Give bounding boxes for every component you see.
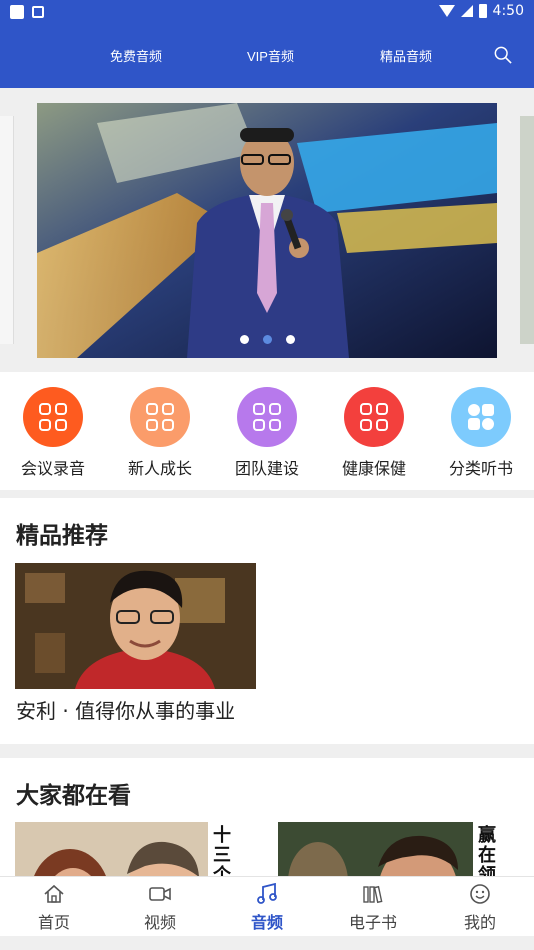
banner-carousel[interactable] <box>0 88 534 372</box>
nav-label: 我的 <box>463 913 496 932</box>
banner-image[interactable] <box>37 103 497 358</box>
popular-item[interactable]: 赢在领 <box>278 822 534 876</box>
section-title-popular: 大家都在看 <box>16 783 131 809</box>
notification-icon <box>10 5 24 19</box>
nav-home[interactable]: 首页 <box>14 883 94 933</box>
nav-video[interactable]: 视频 <box>120 883 200 933</box>
category-audiobooks[interactable]: 分类听书 <box>436 387 526 479</box>
section-title-featured: 精品推荐 <box>16 523 108 549</box>
grid-icon <box>23 387 83 447</box>
nav-me[interactable]: 我的 <box>440 883 520 933</box>
featured-item-title[interactable]: 安利 · 值得你从事的事业 <box>16 695 235 724</box>
books-icon <box>333 883 413 905</box>
category-label: 健康保健 <box>341 459 406 478</box>
popular-item[interactable]: 十三个 <box>15 822 273 876</box>
prev-banner-card[interactable] <box>0 116 14 344</box>
wifi-icon <box>438 5 455 17</box>
nav-label: 首页 <box>37 913 70 932</box>
nav-label: 音频 <box>250 913 283 932</box>
status-bar: 4:50 <box>0 0 534 24</box>
category-team-building[interactable]: 团队建设 <box>222 387 312 479</box>
tab-premium-audio[interactable]: 精品音频 <box>380 46 432 65</box>
nav-label: 电子书 <box>348 913 397 932</box>
popular-item-side-text: 赢在领 <box>478 825 496 877</box>
video-icon <box>120 883 200 905</box>
carousel-dot[interactable] <box>285 335 295 344</box>
system-bar <box>0 936 534 950</box>
music-icon <box>227 883 307 905</box>
status-time: 4:50 <box>492 3 524 19</box>
category-meeting-recording[interactable]: 会议录音 <box>8 387 98 479</box>
top-nav: 免费音频 VIP音频 精品音频 <box>0 24 534 88</box>
category-health-care[interactable]: 健康保健 <box>329 387 419 479</box>
carousel-dot-active[interactable] <box>262 335 272 344</box>
category-label: 分类听书 <box>448 459 513 478</box>
carousel-dots <box>37 335 497 344</box>
signal-icon <box>460 5 473 17</box>
nav-label: 视频 <box>143 913 176 932</box>
nav-ebooks[interactable]: 电子书 <box>333 883 413 933</box>
category-label: 团队建设 <box>234 459 299 478</box>
tab-free-audio[interactable]: 免费音频 <box>110 46 162 65</box>
home-icon <box>14 883 94 905</box>
popular-item-side-text: 十三个 <box>213 825 231 877</box>
category-row: 会议录音 新人成长 团队建设 健康保健 分类听书 <box>0 372 534 490</box>
featured-section: 精品推荐 安利 · 值得你从事的事业 <box>0 498 534 744</box>
next-banner-card[interactable] <box>520 116 534 344</box>
nav-audio[interactable]: 音频 <box>227 883 307 933</box>
bottom-nav: 首页 视频 音频 电子书 我的 <box>0 876 534 936</box>
grid-icon <box>237 387 297 447</box>
category-label: 新人成长 <box>127 459 192 478</box>
grid-icon <box>344 387 404 447</box>
app-notification-icon <box>32 6 44 18</box>
popular-section: 大家都在看 十三个 赢在领 <box>0 758 534 876</box>
featured-thumbnail[interactable] <box>15 563 256 689</box>
search-icon[interactable] <box>494 46 512 64</box>
battery-icon <box>478 4 487 18</box>
category-label: 会议录音 <box>20 459 85 478</box>
carousel-dot[interactable] <box>239 335 249 344</box>
face-icon <box>440 883 520 905</box>
category-icon <box>451 387 511 447</box>
category-newcomer-growth[interactable]: 新人成长 <box>115 387 205 479</box>
tab-vip-audio[interactable]: VIP音频 <box>247 46 294 65</box>
grid-icon <box>130 387 190 447</box>
